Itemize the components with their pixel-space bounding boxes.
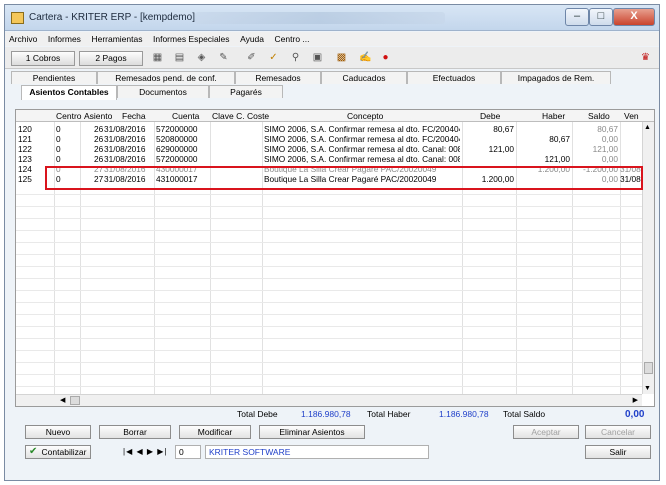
chart-icon[interactable]: ▩ (335, 52, 348, 64)
minimize-button[interactable]: – (565, 8, 589, 26)
grid-icon[interactable]: ▦ (151, 52, 164, 64)
tab-pagares[interactable]: Pagarés (209, 85, 283, 98)
record-number-field[interactable]: 0 (175, 445, 201, 459)
tab-remesados-pend[interactable]: Remesados pend. de conf. (97, 71, 235, 84)
primary-tabs: Pendientes Remesados pend. de conf. Reme… (5, 71, 659, 85)
dot-icon[interactable]: ● (379, 52, 392, 64)
aceptar-button[interactable]: Aceptar (513, 425, 579, 439)
window-title: Cartera - KRITER ERP - [kempdemo] (29, 12, 195, 23)
col-asiento[interactable]: Asiento (84, 111, 112, 121)
menu-bar: Archivo Informes Herramientas Informes E… (5, 32, 659, 46)
app-icon (11, 12, 24, 24)
calc-icon[interactable]: ▣ (311, 52, 324, 64)
total-haber-label: Total Haber (367, 409, 411, 419)
col-cuenta[interactable]: Cuenta (172, 111, 199, 121)
edit-icon[interactable]: ✎ (217, 52, 230, 64)
vertical-scrollbar[interactable]: ▲ ▼ (642, 122, 654, 394)
hscroll-thumb[interactable] (70, 396, 80, 405)
grid-header: Centro Asiento Fecha Cuenta Clave C. Cos… (16, 110, 654, 122)
record-navigator[interactable]: |◀ ◀ ▶ ▶| (123, 446, 171, 458)
table-row[interactable]: 121 0 26 31/08/2016 520800000 SIMO 2006,… (16, 134, 644, 144)
pagos-button[interactable]: 2 Pagos (79, 51, 143, 66)
company-field: KRITER SOFTWARE (205, 445, 429, 459)
modificar-button[interactable]: Modificar (179, 425, 251, 439)
script-icon[interactable]: ✍ (359, 52, 372, 64)
close-button[interactable]: X (613, 8, 655, 26)
scroll-down-icon[interactable]: ▼ (644, 385, 651, 392)
menu-archivo[interactable]: Archivo (5, 32, 41, 44)
blurred-toolbar-region (195, 12, 445, 24)
app-window: Cartera - KRITER ERP - [kempdemo] – □ X … (4, 4, 660, 481)
maximize-button[interactable]: □ (589, 8, 613, 26)
contabilizar-button[interactable]: ✔ Contabilizar (25, 445, 91, 459)
nuevo-button[interactable]: Nuevo (25, 425, 91, 439)
total-saldo-label: Total Saldo (503, 409, 546, 419)
col-centro[interactable]: Centro (56, 111, 82, 121)
tab-remesados[interactable]: Remesados (235, 71, 321, 84)
table-row[interactable]: 123 0 26 31/08/2016 572000000 SIMO 2006,… (16, 154, 644, 164)
cancelar-button[interactable]: Cancelar (585, 425, 651, 439)
scroll-up-icon[interactable]: ▲ (644, 124, 651, 131)
col-concepto[interactable]: Concepto (347, 111, 383, 121)
menu-herramientas[interactable]: Herramientas (87, 32, 146, 44)
total-haber-value: 1.186.980,78 (439, 409, 489, 419)
col-clave[interactable]: Clave C. Coste (212, 111, 269, 121)
tab-caducados[interactable]: Caducados (321, 71, 407, 84)
calendar-icon[interactable]: ▤ (173, 52, 186, 64)
total-debe-value: 1.186.980,78 (301, 409, 351, 419)
pencil-icon[interactable]: ✐ (245, 52, 258, 64)
contabilizar-label: Contabilizar (41, 447, 87, 457)
tag-icon[interactable]: ◈ (195, 52, 208, 64)
annotation-highlight-box (45, 166, 643, 190)
col-ven[interactable]: Ven (624, 111, 639, 121)
cobros-button[interactable]: 1 Cobros (11, 51, 75, 66)
menu-informes[interactable]: Informes (44, 32, 85, 44)
total-debe-label: Total Debe (237, 409, 278, 419)
col-haber[interactable]: Haber (542, 111, 565, 121)
horizontal-scrollbar[interactable]: ◀ ▶ (16, 394, 642, 406)
table-row[interactable]: 122 0 26 31/08/2016 629000000 SIMO 2006,… (16, 144, 644, 154)
secondary-tabs: Asientos Contables Documentos Pagarés (5, 85, 659, 100)
toolbar: 1 Cobros 2 Pagos ▦ ▤ ◈ ✎ ✐ ✓ ⚲ ▣ ▩ ✍ ● ♛ (5, 47, 659, 69)
borrar-button[interactable]: Borrar (99, 425, 171, 439)
eliminar-asientos-button[interactable]: Eliminar Asientos (259, 425, 365, 439)
tab-impagados[interactable]: Impagados de Rem. (501, 71, 611, 84)
tab-asientos-contables[interactable]: Asientos Contables (21, 85, 117, 100)
tab-efectuados[interactable]: Efectuados (407, 71, 501, 84)
link-icon[interactable]: ⚲ (289, 52, 302, 64)
title-bar: Cartera - KRITER ERP - [kempdemo] – □ X (5, 5, 659, 31)
tab-pendientes[interactable]: Pendientes (11, 71, 97, 84)
col-debe[interactable]: Debe (480, 111, 500, 121)
totals-bar: Total Debe 1.186.980,78 Total Haber 1.18… (5, 409, 661, 423)
salir-button[interactable]: Salir (585, 445, 651, 459)
col-saldo[interactable]: Saldo (588, 111, 610, 121)
asientos-grid[interactable]: Centro Asiento Fecha Cuenta Clave C. Cos… (15, 109, 655, 407)
menu-informes-especiales[interactable]: Informes Especiales (149, 32, 234, 44)
menu-ayuda[interactable]: Ayuda (236, 32, 268, 44)
scroll-thumb[interactable] (644, 362, 653, 374)
tab-documentos[interactable]: Documentos (117, 85, 209, 98)
check-icon[interactable]: ✓ (267, 52, 280, 64)
table-row[interactable]: 120 0 26 31/08/2016 572000000 SIMO 2006,… (16, 124, 644, 134)
help-icon[interactable]: ♛ (639, 52, 652, 64)
scroll-left-icon[interactable]: ◀ (60, 396, 65, 404)
col-fecha[interactable]: Fecha (122, 111, 146, 121)
scroll-right-icon[interactable]: ▶ (633, 396, 638, 404)
total-saldo-value: 0,00 (625, 409, 645, 420)
contabilizar-icon: ✔ (29, 446, 38, 457)
menu-centro[interactable]: Centro ... (271, 32, 314, 44)
